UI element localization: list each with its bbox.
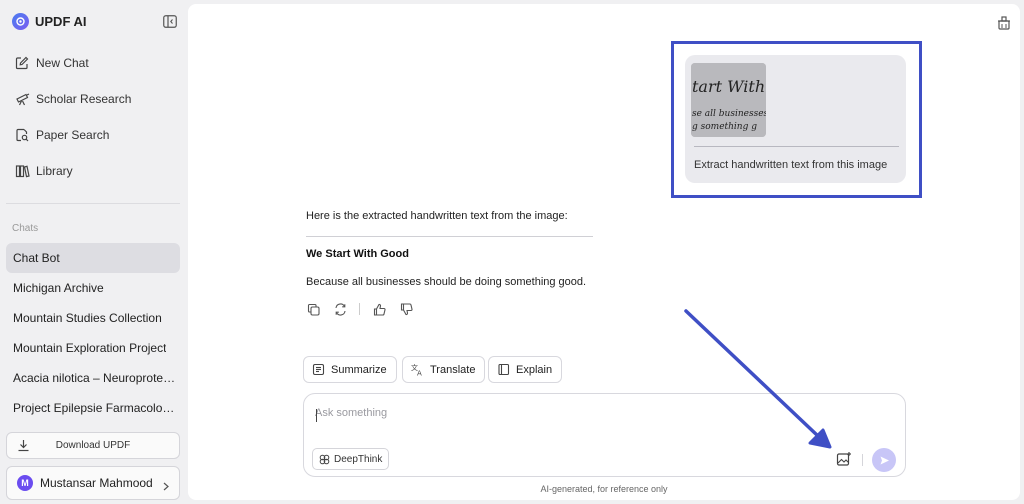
- footer-disclaimer: AI-generated, for reference only: [540, 484, 668, 494]
- thumbnail-line: g something g: [692, 122, 757, 132]
- chat-item[interactable]: Michigan Archive: [6, 273, 180, 303]
- thumbnail-line: tart With G: [692, 77, 766, 96]
- chat-item[interactable]: Chat Bot: [6, 243, 180, 273]
- explain-button[interactable]: Explain: [488, 356, 563, 383]
- image-upload-icon[interactable]: [836, 451, 852, 467]
- app-name: UPDF AI: [35, 14, 87, 29]
- clear-chat-icon[interactable]: [997, 15, 1011, 33]
- chat-item-title: Chat Bot: [13, 251, 60, 265]
- chat-item-title: Acacia nilotica – Neuroprotec…: [13, 371, 177, 385]
- paper-search-icon: [14, 127, 30, 143]
- response-intro: Here is the extracted handwritten text f…: [306, 210, 568, 222]
- chat-item-title: Project Epilepsie Farmacologi…: [13, 401, 177, 415]
- book-icon: [497, 363, 510, 376]
- deepthink-label: DeepThink: [334, 453, 383, 465]
- copy-icon[interactable]: [306, 302, 320, 316]
- response-divider: [306, 236, 593, 237]
- translate-label: Translate: [430, 363, 476, 376]
- text-caret: [316, 409, 317, 422]
- user-name: Mustansar Mahmood: [40, 476, 153, 490]
- user-message-card: tart With G se all businesses g somethin…: [685, 55, 906, 183]
- input-separator: [862, 454, 863, 466]
- nav-new-chat[interactable]: New Chat: [6, 48, 180, 78]
- user-menu-button[interactable]: M Mustansar Mahmood: [6, 466, 180, 500]
- chat-item[interactable]: Mountain Studies Collection: [6, 303, 180, 333]
- summarize-icon: [312, 363, 325, 376]
- deepthink-toggle[interactable]: DeepThink: [312, 448, 390, 470]
- nav-paper-search[interactable]: Paper Search: [6, 120, 180, 150]
- send-button[interactable]: [872, 448, 896, 472]
- response-actions: [306, 302, 426, 316]
- nav-scholar-research[interactable]: Scholar Research: [6, 84, 180, 114]
- chat-item[interactable]: Mountain Exploration Project: [6, 333, 180, 363]
- chat-item-title: Mountain Studies Collection: [13, 311, 162, 325]
- svg-text:A: A: [417, 370, 422, 377]
- nav-label: Paper Search: [36, 128, 110, 142]
- chevron-right-icon: [163, 479, 169, 494]
- chat-item-title: Michigan Archive: [13, 281, 104, 295]
- chat-item-title: Mountain Exploration Project: [13, 341, 167, 355]
- send-icon: [880, 456, 889, 464]
- library-icon: [14, 163, 30, 179]
- nav-label: New Chat: [36, 56, 89, 70]
- brand[interactable]: UPDF AI: [12, 13, 87, 30]
- card-divider: [694, 146, 899, 147]
- handwriting-image-thumbnail[interactable]: tart With G se all businesses g somethin…: [691, 63, 766, 137]
- explain-label: Explain: [516, 363, 553, 376]
- response-body: Because all businesses should be doing s…: [306, 276, 587, 288]
- nav-label: Library: [36, 164, 73, 178]
- summarize-button[interactable]: Summarize: [303, 356, 397, 383]
- thumbnail-line: se all businesses: [692, 109, 766, 119]
- download-label: Download UPDF: [55, 440, 131, 451]
- telescope-icon: [14, 91, 30, 107]
- thumbs-up-icon[interactable]: [372, 302, 386, 316]
- avatar: M: [17, 475, 33, 491]
- response-heading: We Start With Good: [306, 248, 409, 260]
- chat-input-box: DeepThink: [303, 393, 906, 477]
- download-updf-button[interactable]: Download UPDF: [6, 432, 180, 459]
- edit-icon: [14, 55, 30, 71]
- thumbs-down-icon[interactable]: [399, 302, 413, 316]
- translate-icon: 文A: [411, 363, 424, 376]
- summarize-label: Summarize: [331, 363, 387, 376]
- nav-label: Scholar Research: [36, 92, 132, 106]
- sidebar-divider: [6, 203, 180, 204]
- regenerate-icon[interactable]: [333, 302, 347, 316]
- translate-button[interactable]: 文A Translate: [402, 356, 486, 383]
- deepthink-icon: [319, 454, 330, 465]
- nav-library[interactable]: Library: [6, 156, 180, 186]
- chat-item[interactable]: Acacia nilotica – Neuroprotec…: [6, 363, 180, 393]
- chat-item[interactable]: Project Epilepsie Farmacologi…: [6, 393, 180, 423]
- chats-section-label: Chats: [12, 223, 39, 234]
- user-message-text: Extract handwritten text from this image: [694, 159, 888, 171]
- download-icon: [17, 439, 30, 455]
- collapse-sidebar-icon[interactable]: [163, 15, 177, 28]
- sidebar: UPDF AI New Chat Scholar Research Paper …: [0, 0, 188, 504]
- ask-input[interactable]: [315, 407, 875, 427]
- actions-separator: [359, 303, 360, 315]
- updf-logo-icon: [12, 13, 29, 30]
- chat-panel: tart With G se all businesses g somethin…: [188, 4, 1020, 500]
